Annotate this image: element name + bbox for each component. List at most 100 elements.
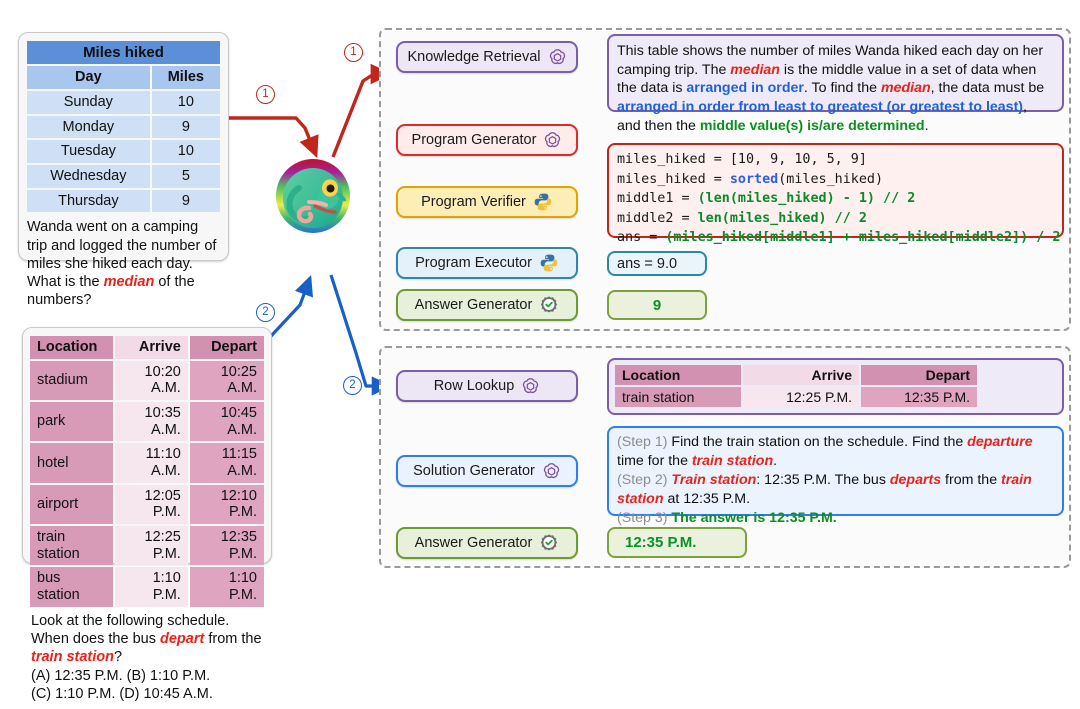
final-answer-1: 9 bbox=[607, 290, 707, 320]
cell-arrive: 10:35 A.M. bbox=[115, 402, 188, 442]
lookup-cell-location: train station bbox=[615, 387, 741, 407]
miles-question-text: Wanda went on a camping trip and logged … bbox=[19, 214, 228, 315]
marker-2-from-schedule: 2 bbox=[256, 303, 275, 322]
cell-depart: 12:35 P.M. bbox=[189, 526, 264, 566]
module-label: Program Verifier bbox=[421, 194, 526, 210]
python-code-block: miles_hiked = [10, 9, 10, 5, 9] miles_hi… bbox=[609, 145, 1062, 253]
module-answer-generator-2[interactable]: Answer Generator bbox=[396, 527, 578, 559]
code-line-2a: miles_hiked = bbox=[617, 171, 730, 187]
table-row: park 10:35 A.M. 10:45 A.M. bbox=[30, 402, 264, 442]
step-2-train-station: Train station bbox=[667, 472, 757, 489]
solution-generator-output: (Step 1) Find the train station on the s… bbox=[607, 426, 1064, 526]
marker-label: 1 bbox=[262, 87, 269, 100]
step-1-tag: (Step 1) bbox=[617, 434, 668, 450]
final-answer-value: 12:35 P.M. bbox=[625, 534, 697, 551]
table-row: Tuesday 10 bbox=[27, 140, 220, 163]
cell-depart: 11:15 A.M. bbox=[189, 443, 264, 483]
code-line-1: miles_hiked = [10, 9, 10, 5, 9] bbox=[617, 152, 867, 167]
cell-depart: 12:10 P.M. bbox=[189, 484, 264, 525]
check-gear-icon bbox=[541, 534, 558, 551]
program-generator-code-output: miles_hiked = [10, 9, 10, 5, 9] miles_hi… bbox=[607, 143, 1064, 245]
step-1-a: Find the train station on the schedule. … bbox=[667, 434, 968, 450]
table-row: airport 12:05 P.M. 12:10 P.M. bbox=[30, 484, 264, 525]
module-program-executor[interactable]: Program Executor bbox=[396, 247, 578, 279]
module-label: Answer Generator bbox=[414, 297, 533, 313]
marker-label: 2 bbox=[262, 305, 269, 318]
table-row: hotel 11:10 A.M. 11:15 A.M. bbox=[30, 443, 264, 483]
code-line-3a: middle1 = bbox=[617, 191, 698, 207]
code-line-5-expr: (miles_hiked[middle1] + miles_hiked[midd… bbox=[665, 230, 1061, 246]
lookup-header-depart: Depart bbox=[861, 365, 977, 385]
cell-day: Monday bbox=[27, 115, 150, 139]
cell-location: train station bbox=[30, 526, 114, 566]
schedule-header-arrive: Arrive bbox=[115, 336, 188, 359]
marker-1-from-table: 1 bbox=[256, 85, 275, 104]
module-knowledge-retrieval[interactable]: Knowledge Retrieval bbox=[396, 41, 578, 73]
table-row: train station 12:25 P.M. 12:35 P.M. bbox=[615, 387, 977, 407]
kr-arranged-in-order: arranged in order bbox=[686, 80, 804, 97]
module-row-lookup[interactable]: Row Lookup bbox=[396, 370, 578, 402]
openai-icon bbox=[549, 48, 565, 64]
step-2-c: at 12:35 P.M. bbox=[663, 491, 751, 508]
kr-median-2: median bbox=[880, 80, 931, 97]
schedule-q-train-station: train station bbox=[31, 649, 114, 666]
table-row: bus station 1:10 P.M. 1:10 P.M. bbox=[30, 567, 264, 607]
module-label: Answer Generator bbox=[414, 535, 533, 551]
cell-arrive: 1:10 P.M. bbox=[115, 567, 188, 607]
module-program-generator[interactable]: Program Generator bbox=[396, 124, 578, 156]
schedule-choices-line-2: (C) 1:10 P.M. (D) 10:45 A.M. bbox=[31, 685, 213, 702]
knowledge-retrieval-output: This table shows the number of miles Wan… bbox=[607, 34, 1064, 134]
table-row: Wednesday 5 bbox=[27, 164, 220, 188]
module-label: Program Generator bbox=[411, 132, 537, 148]
openai-icon bbox=[543, 462, 559, 478]
lookup-header-location: Location bbox=[615, 365, 741, 385]
module-label: Knowledge Retrieval bbox=[407, 49, 541, 65]
kr-least-to-greatest: arranged in order from least to greatest… bbox=[617, 99, 1024, 116]
schedule-question-card: Location Arrive Depart stadium 10:20 A.M… bbox=[22, 327, 272, 702]
question-emphasis-median: median bbox=[103, 274, 155, 291]
marker-label: 1 bbox=[350, 45, 357, 58]
cell-location: stadium bbox=[30, 360, 114, 401]
lookup-cell-depart: 12:35 P.M. bbox=[861, 387, 977, 407]
cell-miles: 9 bbox=[151, 189, 220, 213]
schedule-q-depart: depart bbox=[159, 631, 205, 647]
row-lookup-table: Location Arrive Depart train station 12:… bbox=[613, 363, 979, 409]
miles-hiked-question-card: Miles hiked Day Miles Sunday 10 Monday 9… bbox=[18, 32, 229, 308]
module-program-verifier[interactable]: Program Verifier bbox=[396, 186, 578, 218]
module-solution-generator[interactable]: Solution Generator bbox=[396, 455, 578, 487]
cell-day: Sunday bbox=[27, 90, 150, 114]
schedule-question-text: Look at the following schedule. When doe… bbox=[23, 609, 271, 709]
table-row: Sunday 10 bbox=[27, 90, 220, 114]
schedule-table: Location Arrive Depart stadium 10:20 A.M… bbox=[28, 334, 266, 609]
step-1-c: . bbox=[773, 453, 778, 470]
code-line-4-expr: len(miles_hiked) // 2 bbox=[697, 210, 867, 226]
step-2-b: from the bbox=[941, 472, 1002, 489]
cell-arrive: 10:20 A.M. bbox=[115, 360, 188, 401]
table-row: Monday 9 bbox=[27, 115, 220, 139]
knowledge-text: This table shows the number of miles Wan… bbox=[609, 36, 1062, 142]
diagram-canvas: Miles hiked Day Miles Sunday 10 Monday 9… bbox=[0, 0, 1080, 702]
cell-depart: 10:45 A.M. bbox=[189, 402, 264, 442]
step-1-train-station: train station bbox=[691, 453, 774, 470]
table-row: Thursday 9 bbox=[27, 189, 220, 213]
marker-label: 2 bbox=[349, 378, 356, 391]
cell-location: airport bbox=[30, 484, 114, 525]
code-line-2b: (miles_hiked) bbox=[778, 171, 884, 187]
cell-arrive: 12:25 P.M. bbox=[115, 526, 188, 566]
module-answer-generator-1[interactable]: Answer Generator bbox=[396, 289, 578, 321]
cell-day: Tuesday bbox=[27, 140, 150, 163]
cell-day: Wednesday bbox=[27, 164, 150, 188]
cell-miles: 10 bbox=[151, 90, 220, 114]
cell-miles: 5 bbox=[151, 164, 220, 188]
code-line-5a: ans = bbox=[617, 230, 666, 246]
cell-location: bus station bbox=[30, 567, 114, 607]
step-2-tag: (Step 2) bbox=[617, 472, 668, 489]
code-line-3-expr: (len(miles_hiked) - 1) // 2 bbox=[697, 191, 916, 207]
miles-header-miles: Miles bbox=[151, 66, 220, 89]
kr-p4: , the data must be bbox=[930, 80, 1045, 97]
cell-arrive: 12:05 P.M. bbox=[115, 484, 188, 525]
step-1-departure: departure bbox=[967, 434, 1033, 450]
cell-arrive: 11:10 A.M. bbox=[115, 443, 188, 483]
lookup-header-arrive: Arrive bbox=[743, 365, 859, 385]
cell-day: Thursday bbox=[27, 189, 150, 213]
